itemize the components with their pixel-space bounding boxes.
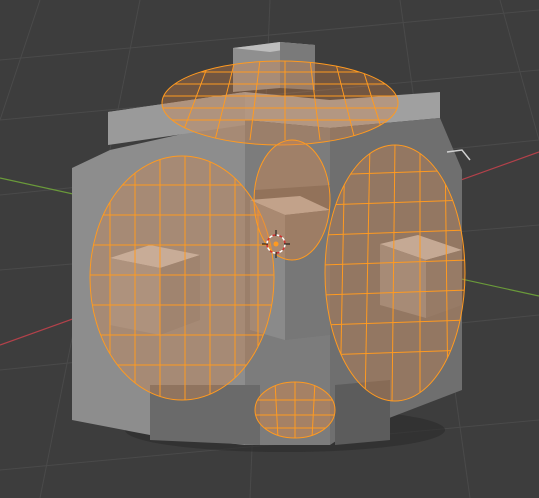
object-origin-dot bbox=[273, 241, 279, 247]
viewport-canvas[interactable] bbox=[0, 0, 539, 498]
3d-viewport[interactable] bbox=[0, 0, 539, 498]
